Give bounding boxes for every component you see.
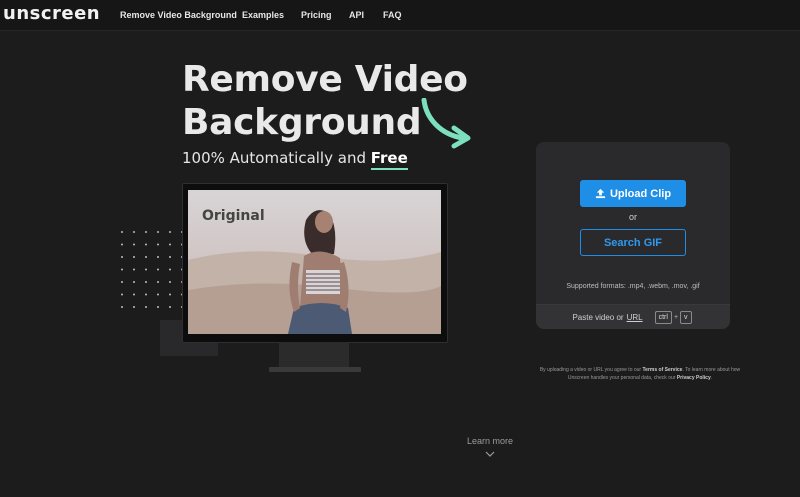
- decorative-dot: [121, 243, 123, 246]
- upload-card[interactable]: Upload Clip or Search GIF Supported form…: [536, 142, 730, 329]
- curved-arrow-icon: [421, 98, 471, 149]
- hero-subtitle-free: Free: [370, 149, 408, 170]
- decorative-dot: [133, 268, 135, 271]
- decorative-dot: [157, 293, 159, 296]
- decorative-dot: [157, 268, 159, 271]
- navbar: unscreen Remove Video Background Example…: [0, 0, 800, 31]
- nav-examples[interactable]: Examples: [242, 10, 284, 20]
- decorative-dot: [169, 293, 171, 296]
- decorative-dot: [121, 306, 123, 308]
- hero-subtitle-text: 100% Automatically and: [182, 149, 371, 167]
- preview-video: Original: [188, 190, 441, 334]
- search-gif-button[interactable]: Search GIF: [580, 229, 686, 256]
- decorative-dot: [145, 256, 147, 258]
- nav-pricing[interactable]: Pricing: [301, 10, 332, 20]
- terms-of-service-link[interactable]: Terms of Service: [642, 367, 682, 373]
- terms-text-1: By uploading a video or URL you agree to…: [539, 367, 643, 373]
- decorative-dot: [133, 231, 135, 233]
- monitor-stand: [279, 342, 349, 368]
- page: unscreen Remove Video Background Example…: [0, 0, 800, 497]
- upload-clip-label: Upload Clip: [609, 187, 672, 200]
- decorative-dot: [121, 268, 123, 271]
- decorative-dot: [145, 281, 147, 283]
- decorative-dot-grid: [121, 231, 183, 308]
- decorative-dot: [157, 231, 159, 233]
- decorative-dot: [133, 256, 135, 258]
- decorative-dot: [169, 268, 171, 271]
- decorative-dot: [121, 256, 123, 258]
- privacy-policy-link[interactable]: Privacy Policy: [677, 375, 711, 381]
- decorative-dot: [157, 306, 159, 308]
- decorative-dot: [121, 231, 123, 233]
- learn-more-link[interactable]: Learn more: [450, 436, 530, 446]
- decorative-dot: [145, 268, 147, 271]
- decorative-dot: [169, 281, 171, 283]
- ctrl-key: ctrl: [654, 311, 672, 324]
- plus-sign: +: [673, 314, 679, 321]
- decorative-dot: [133, 281, 135, 283]
- decorative-dot: [169, 231, 171, 233]
- paste-bar[interactable]: Paste video or URL ctrl + v: [536, 304, 730, 329]
- hero-title-line1: Remove Video: [182, 59, 468, 100]
- chevron-down-icon[interactable]: [485, 451, 495, 458]
- search-gif-label: Search GIF: [603, 236, 663, 249]
- decorative-dot: [133, 293, 135, 296]
- decorative-dot: [133, 243, 135, 246]
- monitor-base: [269, 367, 361, 372]
- terms-notice: By uploading a video or URL you agree to…: [532, 366, 748, 382]
- decorative-dot: [145, 293, 147, 296]
- hero-subtitle: 100% Automatically and Free: [182, 149, 408, 170]
- logo[interactable]: unscreen: [3, 3, 100, 24]
- paste-url-link[interactable]: URL: [627, 313, 643, 322]
- paste-text: Paste video or: [572, 313, 624, 322]
- supported-formats: Supported formats: .mp4, .webm, .mov, .g…: [566, 283, 700, 290]
- decorative-dot: [169, 306, 171, 308]
- decorative-dot: [169, 256, 171, 258]
- nav-api[interactable]: API: [349, 10, 364, 20]
- preview-original-label: Original: [202, 208, 265, 224]
- decorative-dot: [145, 243, 147, 246]
- decorative-dot: [121, 281, 123, 283]
- v-key: v: [680, 311, 692, 324]
- decorative-dot: [157, 256, 159, 258]
- decorative-dot: [157, 281, 159, 283]
- decorative-dot: [133, 306, 135, 308]
- or-separator: or: [628, 212, 637, 222]
- decorative-dot: [145, 231, 147, 233]
- decorative-dot: [121, 293, 123, 296]
- preview-monitor: Original: [182, 183, 448, 343]
- terms-text-3: .: [710, 375, 713, 381]
- decorative-dot: [157, 243, 159, 246]
- upload-clip-button[interactable]: Upload Clip: [580, 180, 686, 207]
- decorative-dot: [145, 306, 147, 308]
- nav-faq[interactable]: FAQ: [383, 10, 402, 20]
- nav-remove-video-background[interactable]: Remove Video Background: [120, 10, 237, 20]
- upload-icon: [595, 188, 606, 199]
- decorative-dot: [169, 243, 171, 246]
